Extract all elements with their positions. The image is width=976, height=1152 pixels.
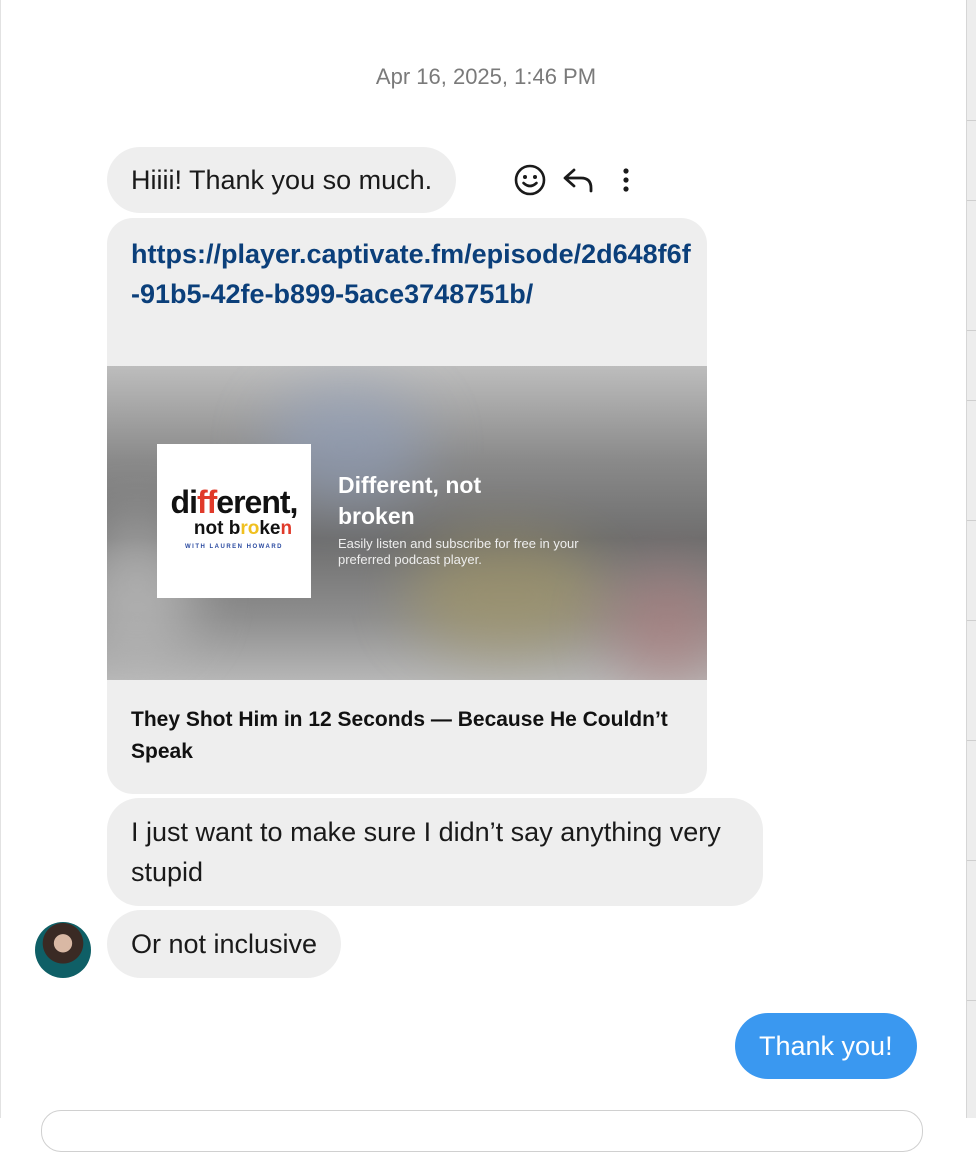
- rail-divider: [967, 620, 976, 621]
- rail-divider: [967, 520, 976, 521]
- more-vertical-icon: [623, 168, 629, 192]
- message-composer-input[interactable]: [41, 1110, 923, 1152]
- reply-button[interactable]: [561, 163, 595, 197]
- rail-divider: [967, 1000, 976, 1001]
- rail-divider: [967, 200, 976, 201]
- link-preview-image[interactable]: different, not broken WITH LAUREN HOWARD…: [107, 366, 707, 680]
- message-text: Or not inclusive: [131, 929, 318, 959]
- sender-avatar[interactable]: [35, 922, 91, 978]
- rail-divider: [967, 860, 976, 861]
- chat-window: Apr 16, 2025, 1:46 PM Hiiii! Thank you s…: [0, 0, 967, 1152]
- link-preview-message[interactable]: https://player.captivate.fm/episode/2d64…: [107, 218, 707, 794]
- react-button[interactable]: [513, 163, 547, 197]
- message-text: Hiiii! Thank you so much.: [131, 165, 433, 195]
- logo-byline: WITH LAUREN HOWARD: [185, 544, 283, 550]
- reply-arrow-icon: [563, 168, 593, 193]
- podcast-cover-art: different, not broken WITH LAUREN HOWARD: [157, 444, 311, 598]
- received-message-bubble[interactable]: Or not inclusive: [107, 910, 342, 978]
- logo-line-2: not broken: [193, 518, 293, 539]
- rail-divider: [967, 120, 976, 121]
- rail-divider: [967, 400, 976, 401]
- sent-message-bubble[interactable]: Thank you!: [735, 1013, 917, 1079]
- preview-title: Different, not broken: [338, 472, 482, 529]
- message-link[interactable]: https://player.captivate.fm/episode/2d64…: [131, 234, 691, 314]
- episode-title: They Shot Him in 12 Seconds — Because He…: [131, 708, 668, 763]
- message-text: Thank you!: [759, 1031, 893, 1061]
- received-message-bubble[interactable]: Hiiii! Thank you so much.: [107, 147, 457, 213]
- more-options-button[interactable]: [609, 163, 643, 197]
- blur-blob: [607, 566, 707, 680]
- rail-divider: [967, 330, 976, 331]
- received-message-bubble[interactable]: I just want to make sure I didn’t say an…: [107, 798, 763, 906]
- rail-divider: [967, 740, 976, 741]
- background-window-edge: [966, 0, 976, 1118]
- preview-description: Easily listen and subscribe for free in …: [338, 536, 579, 567]
- message-timestamp: Apr 16, 2025, 1:46 PM: [375, 64, 597, 89]
- smiley-icon: [514, 164, 546, 196]
- message-text: I just want to make sure I didn’t say an…: [131, 817, 721, 887]
- logo-line-1: different,: [170, 484, 299, 520]
- message-actions: [513, 162, 657, 198]
